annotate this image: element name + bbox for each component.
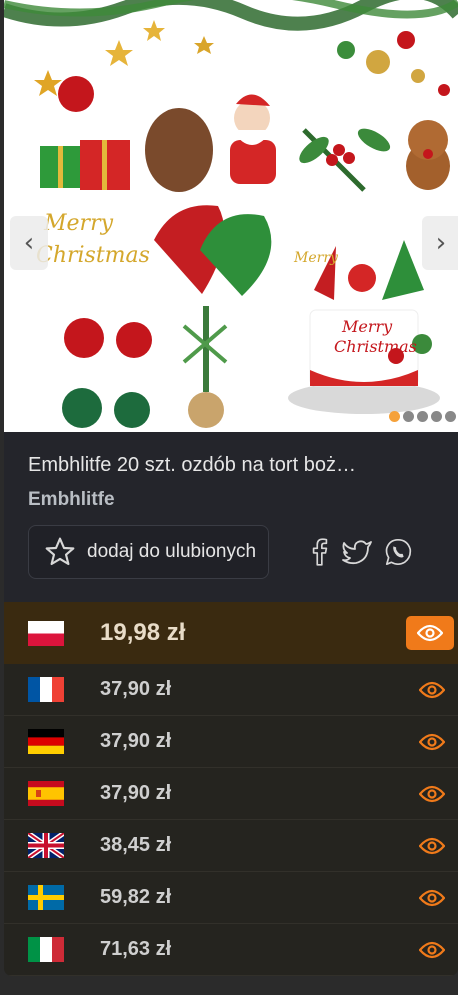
price-row-france[interactable]: 37,90 zł (4, 664, 458, 716)
facebook-icon[interactable] (309, 537, 331, 567)
chevron-right-icon: › (435, 228, 447, 258)
topper-text: Merry (43, 211, 114, 236)
view-offer-button[interactable] (416, 882, 448, 914)
price-row-united-kingdom[interactable]: 38,45 zł (4, 820, 458, 872)
flag-de-icon (28, 729, 64, 754)
cake-text: Christmas (334, 337, 417, 356)
flag-it-icon (28, 937, 64, 962)
gallery-dot[interactable] (389, 411, 400, 422)
gallery-next-button[interactable]: › (422, 216, 458, 270)
price-value: 37,90 zł (100, 678, 172, 700)
view-offer-button[interactable] (416, 674, 448, 706)
product-card: Merry Christmas Merry Christmas Merry ‹ … (4, 0, 458, 976)
price-row-italy[interactable]: 71,63 zł (4, 924, 458, 976)
eye-icon (419, 941, 445, 958)
price-value: 37,90 zł (100, 782, 172, 804)
flag-es-icon (28, 781, 64, 806)
add-to-favorites-button[interactable]: dodaj do ulubionych (28, 525, 270, 579)
eye-icon (419, 733, 445, 750)
cake-topper-text: Merry (293, 250, 339, 266)
product-info: Embhlitfe 20 szt. ozdób na tort boż… Emb… (4, 432, 458, 579)
eye-icon (419, 889, 445, 906)
whatsapp-icon[interactable] (383, 537, 413, 567)
price-value: 19,98 zł (100, 619, 186, 646)
star-icon (45, 537, 75, 566)
gallery-dot[interactable] (445, 411, 456, 422)
share-buttons (309, 537, 413, 567)
eye-icon (419, 681, 445, 698)
gallery-dot[interactable] (403, 411, 414, 422)
product-actions: dodaj do ulubionych (28, 525, 438, 579)
product-image-gallery[interactable]: Merry Christmas Merry Christmas Merry ‹ … (4, 0, 458, 432)
view-offer-button[interactable] (416, 778, 448, 810)
product-image: Merry Christmas Merry Christmas Merry (4, 0, 458, 428)
gallery-prev-button[interactable]: ‹ (10, 216, 48, 270)
gallery-pagination (389, 411, 456, 422)
flag-fr-icon (28, 677, 64, 702)
price-value: 38,45 zł (100, 834, 172, 856)
eye-icon (419, 837, 445, 854)
price-row-spain[interactable]: 37,90 zł (4, 768, 458, 820)
gallery-dot[interactable] (417, 411, 428, 422)
eye-icon (417, 624, 443, 642)
price-comparison-list: 19,98 zł 37,90 zł 37,90 zł 37,90 zł 38,4… (4, 602, 458, 976)
product-brand[interactable]: Embhlitfe (28, 489, 438, 511)
price-row-poland[interactable]: 19,98 zł (4, 602, 458, 664)
price-row-germany[interactable]: 37,90 zł (4, 716, 458, 768)
price-value: 37,90 zł (100, 730, 172, 752)
view-offer-button[interactable] (416, 830, 448, 862)
view-offer-button[interactable] (406, 616, 454, 650)
view-offer-button[interactable] (416, 726, 448, 758)
view-offer-button[interactable] (416, 934, 448, 966)
chevron-left-icon: ‹ (23, 228, 35, 258)
price-value: 71,63 zł (100, 938, 172, 960)
flag-pl-icon (28, 620, 64, 646)
twitter-icon[interactable] (341, 538, 373, 566)
product-title[interactable]: Embhlitfe 20 szt. ozdób na tort boż… (28, 454, 438, 477)
cake-text: Merry (341, 317, 393, 336)
topper-text: Christmas (36, 243, 150, 268)
add-to-favorites-label: dodaj do ulubionych (87, 541, 257, 562)
eye-icon (419, 785, 445, 802)
flag-se-icon (28, 885, 64, 910)
gallery-dot[interactable] (431, 411, 442, 422)
flag-gb-icon (28, 833, 64, 858)
price-value: 59,82 zł (100, 886, 172, 908)
price-row-sweden[interactable]: 59,82 zł (4, 872, 458, 924)
